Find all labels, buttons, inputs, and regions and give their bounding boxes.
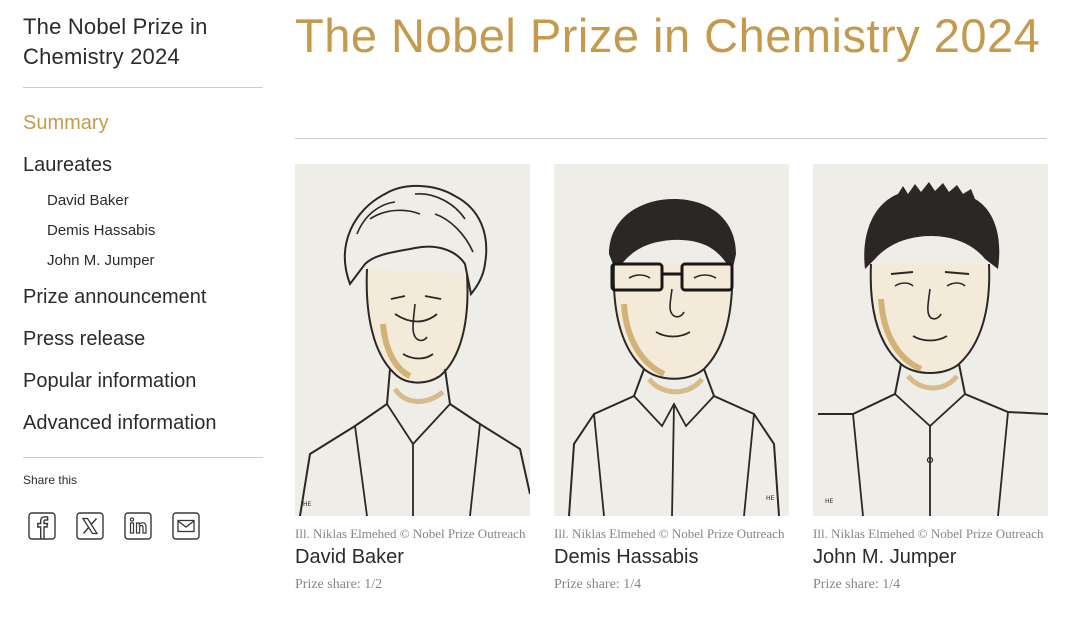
laureate-card: HE Ill. Niklas Elmehed © Nobel Prize Out… — [813, 164, 1048, 593]
svg-text:HE: HE — [303, 501, 312, 508]
nav-laureates[interactable]: Laureates — [23, 144, 263, 186]
laureate-portrait-john-jumper[interactable]: HE — [813, 164, 1048, 516]
portrait-credit: Ill. Niklas Elmehed © Nobel Prize Outrea… — [813, 526, 1044, 541]
x-icon[interactable] — [76, 512, 104, 540]
facebook-icon[interactable] — [28, 512, 56, 540]
laureate-card: HE Ill. Niklas Elmehed © Nobel Prize Out… — [554, 164, 789, 593]
laureate-name[interactable]: Demis Hassabis — [554, 545, 789, 569]
nav-prize-announcement[interactable]: Prize announcement — [23, 276, 263, 318]
laureate-portrait-demis-hassabis[interactable]: HE — [554, 164, 789, 516]
sidebar-divider — [23, 87, 263, 88]
nav-advanced-information[interactable]: Advanced information — [23, 402, 263, 444]
page-title: The Nobel Prize in Chemistry 2024 — [295, 9, 1041, 62]
prize-share: Prize share: 1/4 — [554, 577, 642, 592]
laureate-name[interactable]: John M. Jumper — [813, 545, 1048, 569]
share-icons — [28, 512, 200, 540]
portrait-credit: Ill. Niklas Elmehed © Nobel Prize Outrea… — [295, 526, 526, 541]
sidebar: The Nobel Prize in Chemistry 2024 Summar… — [23, 12, 263, 540]
laureate-name[interactable]: David Baker — [295, 545, 530, 569]
nav-laureate-john-jumper[interactable]: John M. Jumper — [23, 246, 263, 276]
sidebar-nav: Summary Laureates David Baker Demis Hass… — [23, 102, 263, 444]
linkedin-icon[interactable] — [124, 512, 152, 540]
nav-laureate-demis-hassabis[interactable]: Demis Hassabis — [23, 216, 263, 246]
main-content: The Nobel Prize in Chemistry 2024 HE Ill… — [295, 9, 1048, 592]
laureates-list: HE Ill. Niklas Elmehed © Nobel Prize Out… — [295, 164, 1048, 593]
nav-laureate-david-baker[interactable]: David Baker — [23, 186, 263, 216]
laureate-portrait-david-baker[interactable]: HE — [295, 164, 530, 516]
prize-share: Prize share: 1/2 — [295, 577, 383, 592]
prize-share: Prize share: 1/4 — [813, 577, 901, 592]
nav-summary[interactable]: Summary — [23, 102, 263, 144]
nav-press-release[interactable]: Press release — [23, 318, 263, 360]
email-icon[interactable] — [172, 512, 200, 540]
title-divider — [295, 138, 1047, 139]
laureate-card: HE Ill. Niklas Elmehed © Nobel Prize Out… — [295, 164, 530, 593]
share-label: Share this — [23, 473, 78, 487]
sidebar-title: The Nobel Prize in Chemistry 2024 — [23, 14, 208, 69]
portrait-credit: Ill. Niklas Elmehed © Nobel Prize Outrea… — [554, 526, 785, 541]
nav-popular-information[interactable]: Popular information — [23, 360, 263, 402]
sidebar-divider-share — [23, 457, 263, 458]
svg-text:HE: HE — [766, 495, 775, 502]
svg-text:HE: HE — [825, 498, 834, 505]
